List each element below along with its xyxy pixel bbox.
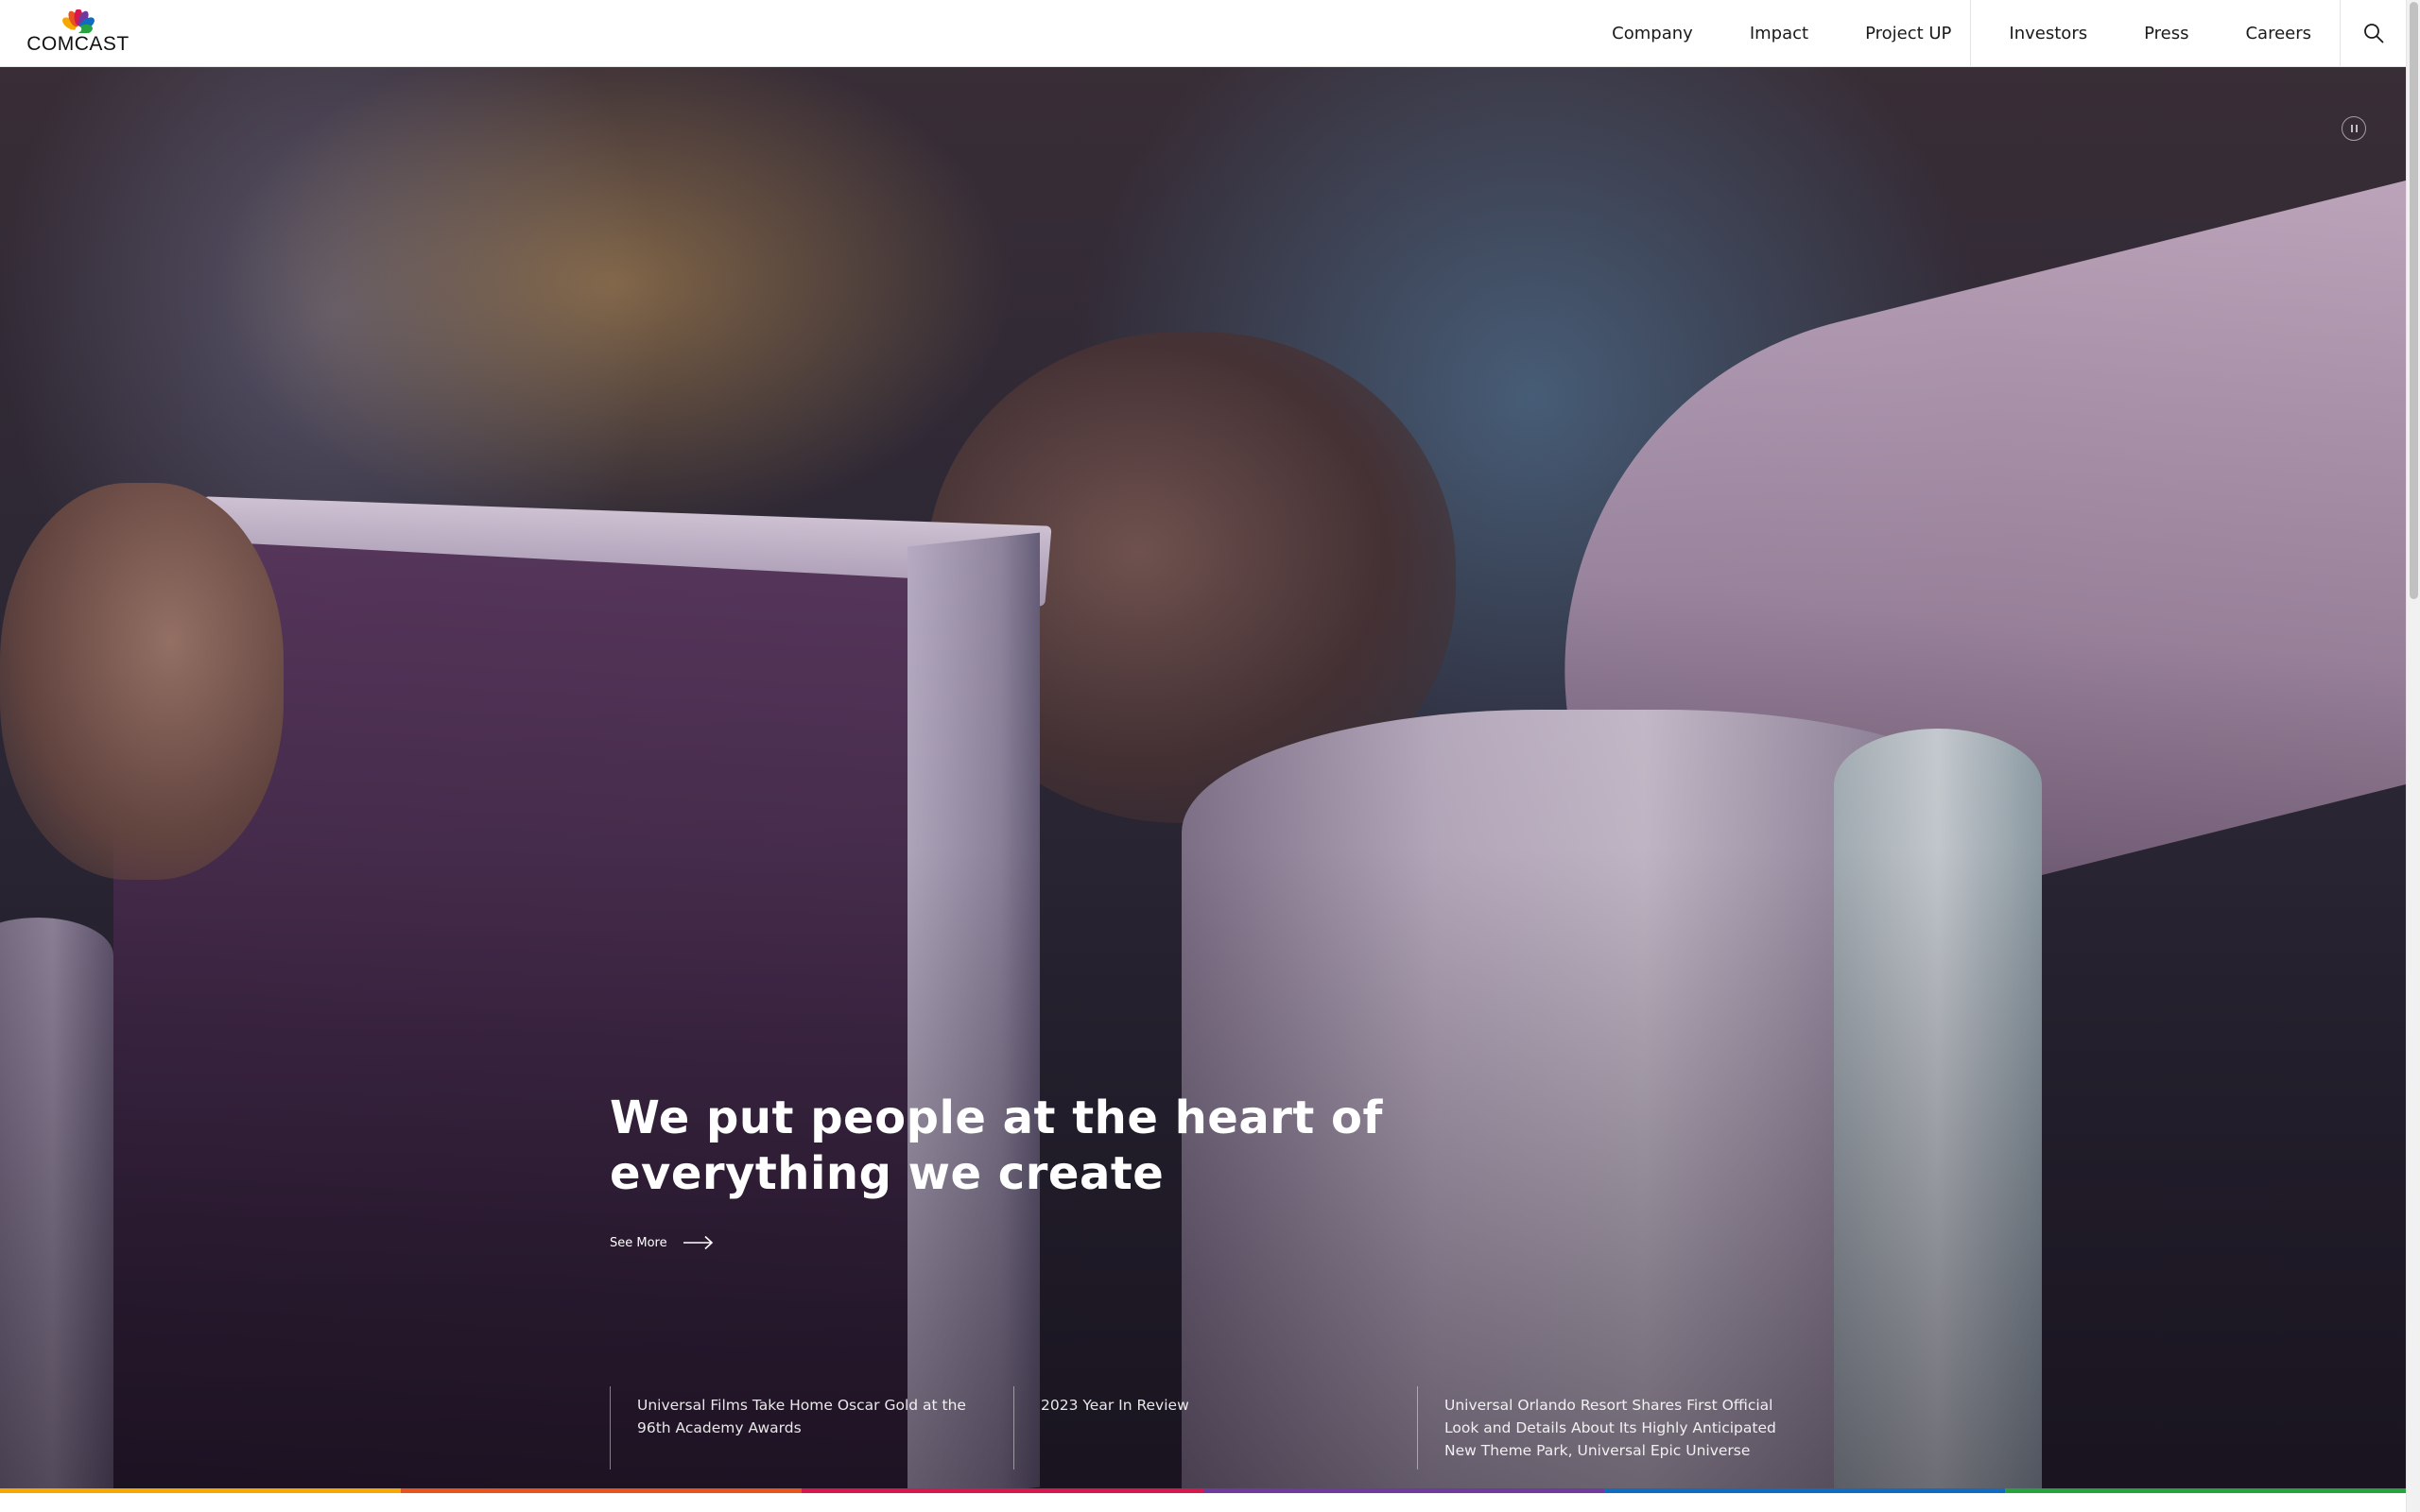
nav-item-project-up[interactable]: Project UP <box>1837 0 1972 66</box>
page: COMCAST Company Impact Project UP Invest… <box>0 0 2420 1512</box>
news-item-oscars[interactable]: Universal Films Take Home Oscar Gold at … <box>610 1386 1013 1469</box>
peacock-logo-icon <box>61 9 95 33</box>
arrow-right-icon <box>683 1235 713 1250</box>
pause-button[interactable] <box>2342 116 2366 141</box>
pause-icon <box>2350 125 2353 132</box>
scrollbar[interactable] <box>2406 0 2420 1512</box>
nav-item-careers[interactable]: Careers <box>2217 0 2340 66</box>
logo-wordmark: COMCAST <box>26 33 130 55</box>
scrollbar-thumb[interactable] <box>2410 2 2418 599</box>
site-header: COMCAST Company Impact Project UP Invest… <box>0 0 2406 67</box>
news-item-year-review[interactable]: 2023 Year In Review <box>1013 1386 1417 1469</box>
see-more-link[interactable]: See More <box>610 1235 715 1250</box>
news-item-epic-universe[interactable]: Universal Orlando Resort Shares First Of… <box>1417 1386 1821 1469</box>
page-below-fold <box>0 1493 2406 1512</box>
main-nav: Company Impact Project UP Investors Pres… <box>1583 0 2406 66</box>
search-icon <box>2363 24 2383 43</box>
search-button[interactable] <box>2340 0 2406 66</box>
nav-item-investors[interactable]: Investors <box>1971 0 2116 66</box>
nav-item-press[interactable]: Press <box>2116 0 2217 66</box>
nav-item-impact[interactable]: Impact <box>1721 0 1837 66</box>
news-links: Universal Films Take Home Oscar Gold at … <box>610 1386 1821 1469</box>
hero-overlay <box>0 67 2406 1488</box>
see-more-label: See More <box>610 1235 667 1250</box>
hero-video: We put people at the heart of everything… <box>0 67 2406 1488</box>
nav-item-company[interactable]: Company <box>1583 0 1721 66</box>
comcast-logo[interactable]: COMCAST <box>24 9 132 59</box>
hero-headline: We put people at the heart of everything… <box>610 1091 1383 1200</box>
